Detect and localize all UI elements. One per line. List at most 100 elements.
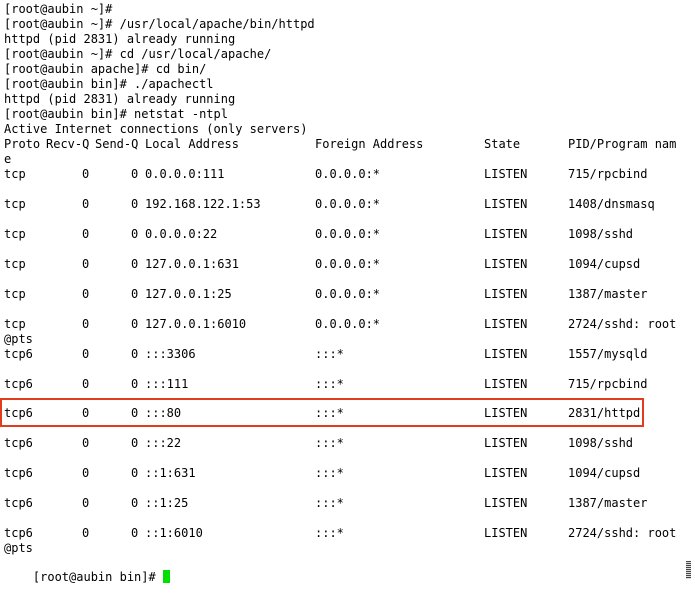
terminal-line: [root@aubin ~]# [4, 2, 113, 16]
cell-local-address: ::1:25 [145, 496, 189, 510]
terminal-line: Active Internet connections (only server… [4, 122, 308, 136]
cell-recv-q: 0 [82, 317, 90, 331]
cell-state: LISTEN [484, 526, 528, 540]
cell-pid-program: 1094/cupsd [568, 466, 641, 480]
header-recv-q: Recv-Q [46, 137, 90, 151]
cell-send-q: 0 [131, 466, 139, 480]
cell-state: LISTEN [484, 227, 528, 241]
cell-recv-q: 0 [82, 197, 90, 211]
netstat-header-row: Proto Recv-Q Send-Q Local Address Foreig… [4, 137, 676, 152]
cell-local-address: ::1:6010 [145, 526, 203, 540]
cell-proto: tcp6 [4, 466, 33, 480]
cell-send-q: 0 [131, 287, 139, 301]
cell-pid-program: 715/rpcbind [568, 377, 648, 391]
cell-recv-q: 0 [82, 227, 90, 241]
cell-foreign-address: 0.0.0.0:* [315, 167, 381, 181]
cell-send-q: 0 [131, 227, 139, 241]
cell-proto: tcp [4, 197, 26, 211]
cell-state: LISTEN [484, 496, 528, 510]
wrap-text: @pts [4, 332, 33, 346]
terminal-line: [root@aubin apache]# cd bin/ [4, 62, 207, 76]
cell-send-q: 0 [131, 526, 139, 540]
cell-state: LISTEN [484, 347, 528, 361]
terminal-line: [root@aubin bin]# ./apachectl [4, 77, 214, 91]
scrollbar-thumb[interactable] [686, 561, 691, 579]
cell-recv-q: 0 [82, 526, 90, 540]
cell-recv-q: 0 [82, 347, 90, 361]
header-pid-program: PID/Program nam [568, 137, 677, 151]
header-state: State [484, 137, 521, 151]
cell-recv-q: 0 [82, 257, 90, 271]
cell-send-q: 0 [131, 377, 139, 391]
prompt-text: [root@aubin bin]# [32, 570, 163, 584]
cell-pid-program: 1387/master [568, 496, 648, 510]
cell-proto: tcp [4, 317, 26, 331]
cell-foreign-address: :::* [315, 377, 344, 391]
cell-recv-q: 0 [82, 466, 90, 480]
cell-pid-program: 1408/dnsmasq [568, 197, 655, 211]
cell-state: LISTEN [484, 377, 528, 391]
cell-proto: tcp [4, 257, 26, 271]
cell-proto: tcp [4, 167, 26, 181]
cell-foreign-address: :::* [315, 436, 344, 450]
header-local-address: Local Address [145, 137, 239, 151]
cell-pid-program: 1098/sshd [568, 227, 634, 241]
cell-foreign-address: :::* [315, 526, 344, 540]
terminal-line: [root@aubin bin]# netstat -ntpl [4, 107, 228, 121]
cell-local-address: 127.0.0.1:631 [145, 257, 239, 271]
cell-recv-q: 0 [82, 167, 90, 181]
terminal-window[interactable]: [root@aubin ~]# [root@aubin ~]# /usr/loc… [0, 0, 695, 597]
cell-proto: tcp [4, 287, 26, 301]
cell-proto: tcp6 [4, 526, 33, 540]
cell-local-address: :::111 [145, 377, 189, 391]
cell-state: LISTEN [484, 257, 528, 271]
terminal-line: httpd (pid 2831) already running [4, 32, 236, 46]
cell-foreign-address: 0.0.0.0:* [315, 257, 381, 271]
cell-state: LISTEN [484, 167, 528, 181]
header-send-q: Send-Q [95, 137, 139, 151]
cell-proto: tcp6 [4, 347, 33, 361]
cell-pid-program: 1557/mysqld [568, 347, 648, 361]
cell-state: LISTEN [484, 436, 528, 450]
cell-foreign-address: 0.0.0.0:* [315, 227, 381, 241]
command-prompt[interactable]: [root@aubin bin]# [4, 555, 170, 584]
cell-send-q: 0 [131, 436, 139, 450]
cell-pid-program: 1387/master [568, 287, 648, 301]
header-foreign-address: Foreign Address [315, 137, 424, 151]
cell-proto: tcp6 [4, 496, 33, 510]
highlight-box-httpd [0, 398, 644, 427]
cell-local-address: 127.0.0.1:6010 [145, 317, 247, 331]
cell-foreign-address: 0.0.0.0:* [315, 317, 381, 331]
cell-state: LISTEN [484, 197, 528, 211]
cell-pid-program: 715/rpcbind [568, 167, 648, 181]
terminal-line: [root@aubin ~]# cd /usr/local/apache/ [4, 47, 272, 61]
cell-state: LISTEN [484, 317, 528, 331]
wrap-text: @pts [4, 541, 33, 555]
cell-pid-program: 1098/sshd [568, 436, 634, 450]
cell-foreign-address: :::* [315, 347, 344, 361]
cell-foreign-address: 0.0.0.0:* [315, 197, 381, 211]
cell-local-address: 127.0.0.1:25 [145, 287, 232, 301]
cell-local-address: :::22 [145, 436, 182, 450]
cell-local-address: 192.168.122.1:53 [145, 197, 261, 211]
cell-pid-program: 1094/cupsd [568, 257, 641, 271]
header-wrap-text: e [4, 152, 12, 166]
cell-recv-q: 0 [82, 287, 90, 301]
cell-send-q: 0 [131, 317, 139, 331]
cell-send-q: 0 [131, 347, 139, 361]
cursor-block [162, 570, 170, 583]
cell-pid-program: 2724/sshd: root [568, 526, 677, 540]
cell-send-q: 0 [131, 167, 139, 181]
cell-send-q: 0 [131, 197, 139, 211]
cell-proto: tcp6 [4, 377, 33, 391]
terminal-line: [root@aubin ~]# /usr/local/apache/bin/ht… [4, 17, 315, 31]
cell-local-address: :::3306 [145, 347, 196, 361]
cell-foreign-address: 0.0.0.0:* [315, 287, 381, 301]
cell-recv-q: 0 [82, 377, 90, 391]
header-proto: Proto [4, 137, 41, 151]
cell-send-q: 0 [131, 257, 139, 271]
cell-proto: tcp6 [4, 436, 33, 450]
cell-foreign-address: :::* [315, 466, 344, 480]
cell-pid-program: 2724/sshd: root [568, 317, 677, 331]
cell-local-address: ::1:631 [145, 466, 196, 480]
